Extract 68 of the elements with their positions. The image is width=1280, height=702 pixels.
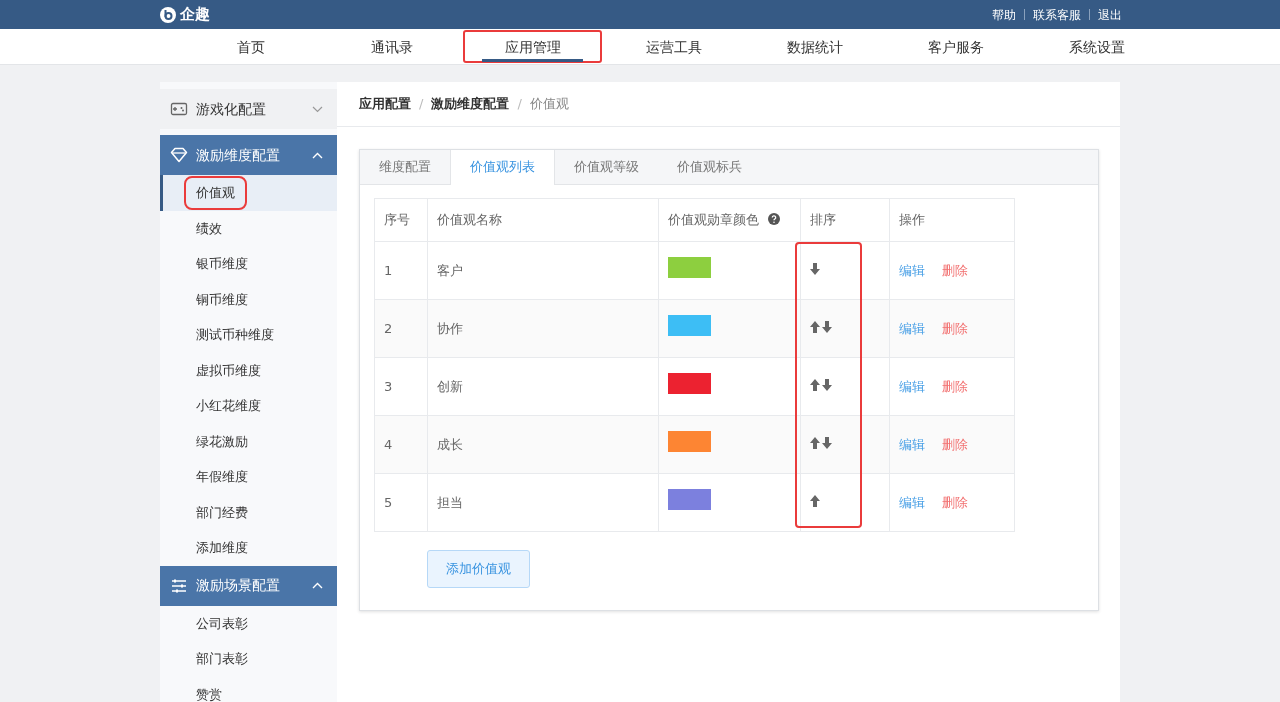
- chevron-up-icon: [312, 582, 323, 589]
- tab[interactable]: 维度配置: [360, 150, 450, 184]
- table-cell: 5: [384, 494, 393, 510]
- arrow-up-icon[interactable]: [810, 320, 820, 333]
- breadcrumb-item[interactable]: 激励维度配置: [431, 94, 510, 114]
- group-label: 游戏化配置: [196, 99, 267, 119]
- arrow-up-icon[interactable]: [810, 494, 820, 507]
- gamepad-icon: [170, 100, 188, 118]
- column-header: 操作: [899, 212, 925, 228]
- sidebar-group-header[interactable]: 激励场景配置: [160, 565, 337, 606]
- arrow-down-icon[interactable]: [810, 262, 820, 275]
- sidebar-item[interactable]: 公司表彰: [196, 613, 248, 633]
- nav-tab[interactable]: 首页: [180, 29, 321, 64]
- nav-tab[interactable]: 数据统计: [744, 29, 885, 64]
- sidebar-group-header[interactable]: 游戏化配置: [160, 89, 337, 129]
- group-label: 激励维度配置: [196, 145, 281, 165]
- arrow-down-icon[interactable]: [822, 320, 832, 333]
- diamond-icon: [170, 146, 188, 164]
- sidebar-item[interactable]: 银币维度: [196, 254, 248, 274]
- arrow-up-icon[interactable]: [810, 436, 820, 449]
- chevron-up-icon: [312, 151, 323, 159]
- sidebar-item[interactable]: 测试币种维度: [196, 325, 274, 345]
- help-icon[interactable]: [768, 213, 780, 226]
- nav-tab[interactable]: 运营工具: [603, 29, 744, 64]
- table-cell: 创新: [437, 378, 463, 394]
- table-cell: 3: [384, 378, 393, 394]
- nav-tab[interactable]: 客户服务: [885, 29, 1026, 64]
- table-cell: 2: [384, 320, 393, 336]
- table-cell: 4: [384, 436, 393, 452]
- sidebar-item[interactable]: 部门经费: [196, 502, 248, 522]
- brand-name: 企趣: [180, 4, 210, 26]
- sidebar-group-header[interactable]: 激励维度配置: [160, 135, 337, 175]
- sidebar-item[interactable]: 部门表彰: [196, 649, 248, 669]
- column-header: 排序: [810, 212, 836, 228]
- table-cell: 协作: [437, 320, 463, 336]
- nav-tab[interactable]: 通讯录: [321, 29, 462, 64]
- logo-icon: [160, 6, 176, 23]
- table-cell: 担当: [437, 494, 463, 510]
- chevron-down-icon: [312, 105, 323, 113]
- sidebar-item[interactable]: 小红花维度: [196, 396, 261, 416]
- table-cell: 客户: [437, 262, 463, 278]
- breadcrumb-item: 价值观: [529, 95, 569, 114]
- group-label: 激励场景配置: [196, 576, 281, 596]
- column-header: 序号: [384, 212, 410, 228]
- table-cell: 成长: [437, 436, 463, 452]
- sidebar-item[interactable]: 添加维度: [196, 538, 248, 558]
- breadcrumb-separator: /: [517, 95, 522, 114]
- arrow-up-icon[interactable]: [810, 378, 820, 391]
- arrow-down-icon[interactable]: [822, 436, 832, 449]
- table-cell: 1: [384, 262, 393, 278]
- tab[interactable]: 价值观等级: [555, 150, 658, 184]
- sidebar-item[interactable]: 绿花激励: [196, 431, 248, 451]
- breadcrumb-item[interactable]: 应用配置: [359, 94, 411, 114]
- sidebar-item[interactable]: 铜币维度: [196, 289, 248, 309]
- column-header: 价值观名称: [437, 212, 502, 228]
- header-link[interactable]: 联系客服: [1033, 5, 1081, 24]
- sidebar-item[interactable]: 年假维度: [196, 467, 248, 487]
- sidebar-item[interactable]: 虚拟币维度: [196, 360, 261, 380]
- nav-tab[interactable]: 应用管理: [462, 29, 603, 64]
- header-link[interactable]: 帮助: [992, 5, 1016, 24]
- sidebar-item[interactable]: 赞赏: [196, 684, 222, 702]
- header-link[interactable]: 退出: [1098, 5, 1122, 24]
- nav-tab[interactable]: 系统设置: [1026, 29, 1167, 64]
- sidebar-item[interactable]: 绩效: [196, 218, 222, 238]
- column-header: 价值观勋章颜色: [668, 212, 759, 228]
- arrow-down-icon[interactable]: [822, 378, 832, 391]
- tab[interactable]: 价值观标兵: [658, 150, 761, 184]
- breadcrumb-separator: /: [419, 95, 424, 114]
